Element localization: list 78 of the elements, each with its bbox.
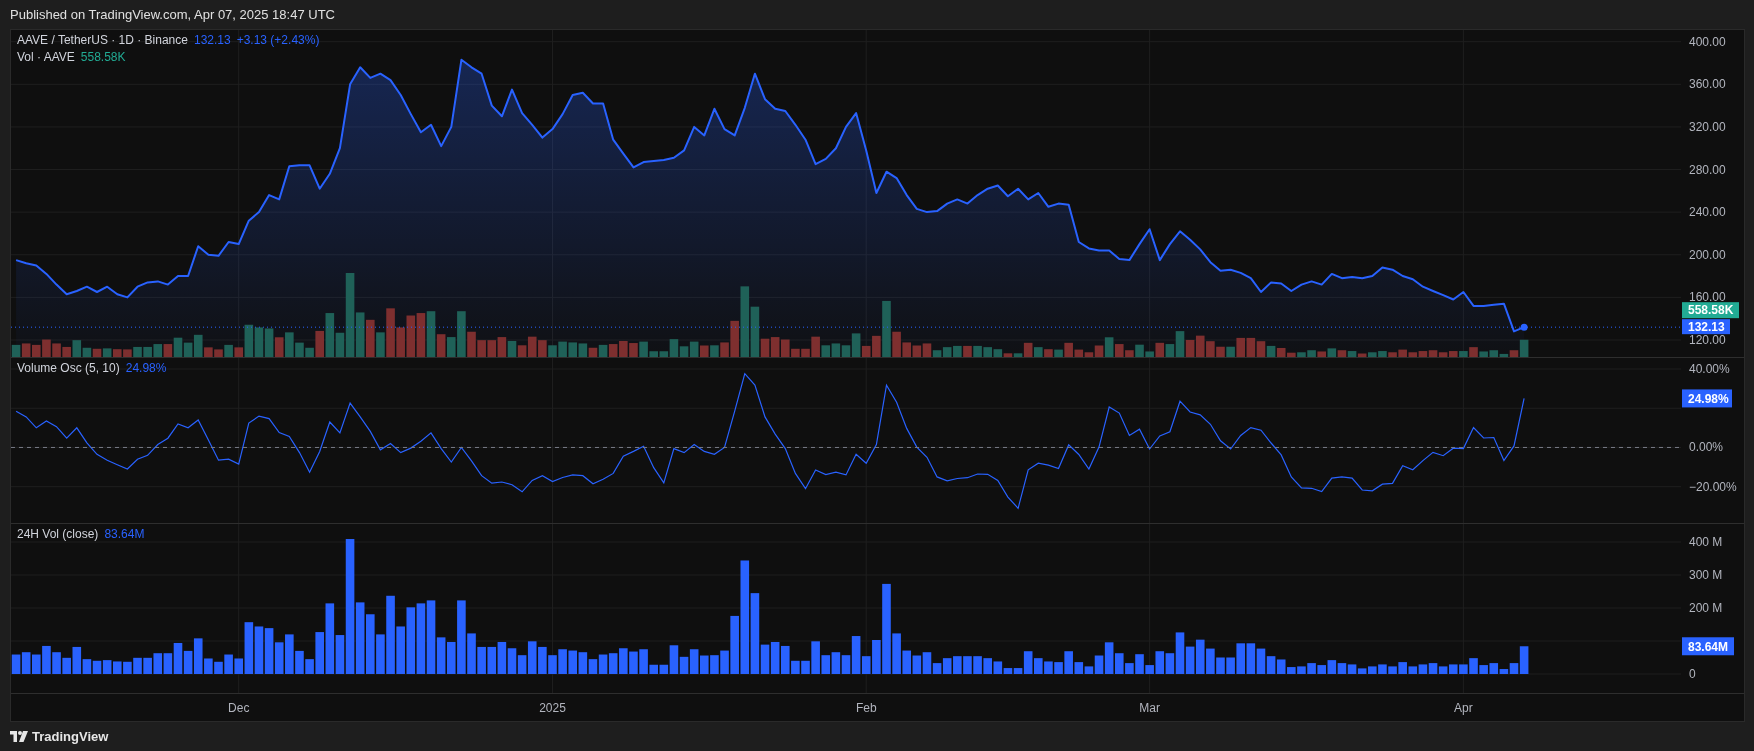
axis-label: 0 [1689, 667, 1696, 681]
volume-bar [983, 658, 992, 674]
volume-title: Vol · AAVE [17, 49, 75, 65]
volume-bar [254, 626, 264, 674]
logo-icon [10, 731, 28, 742]
axis-label: 0.00% [1689, 440, 1724, 455]
volume-bar [1337, 663, 1347, 674]
axis-label: 240.00 [1689, 205, 1726, 220]
axis-label: 200 M [1689, 601, 1723, 615]
axis-label: 320.00 [1689, 119, 1726, 134]
axis-label: 120.00 [1689, 332, 1726, 347]
volume-bar [102, 660, 112, 674]
volume-bar [710, 655, 719, 674]
volume-bar [689, 649, 699, 674]
volume-bar [1448, 664, 1458, 674]
volume-bar [558, 649, 567, 674]
volume-badge: 558.58K [1682, 302, 1739, 319]
volume-bar [831, 652, 841, 674]
date-label: Apr [1454, 701, 1473, 715]
indicator-value: 24.98% [125, 360, 167, 376]
axis-label: 200.00 [1689, 247, 1726, 262]
volume-bar [568, 650, 578, 674]
volume-bar [912, 655, 922, 674]
volume-bar [487, 646, 497, 674]
axis-label: 400.00 [1689, 34, 1726, 49]
volume-bar [21, 652, 31, 674]
axis-label: 400 M [1689, 535, 1723, 549]
volume-bar [629, 651, 638, 674]
volume-bar [406, 607, 416, 674]
price-change: +3.13 (+2.43%) [236, 32, 320, 48]
indicator-title: 24H Vol (close) [17, 526, 99, 542]
volume-bar [11, 654, 21, 674]
brand-name: TradingView [32, 729, 109, 744]
volume-bar [1428, 663, 1438, 674]
volume-value: 558.58K [80, 49, 126, 65]
oscillator-badge: 24.98% [1682, 389, 1732, 408]
volume-bar [92, 660, 102, 674]
volume-bar [123, 661, 132, 674]
indicator-value: 83.64M [104, 526, 145, 542]
volume-bar [507, 648, 517, 674]
symbol-title: AAVE / TetherUS · 1D · Binance [17, 32, 188, 48]
volume-bar [608, 653, 618, 674]
volume-bar [1044, 661, 1053, 674]
volume-bar [700, 655, 709, 674]
volume-bar [52, 652, 61, 674]
volume-bar [153, 653, 163, 674]
volume-bar [143, 657, 152, 674]
date-label: Feb [855, 701, 877, 715]
volume-bar [619, 648, 628, 674]
volume-bar [770, 642, 780, 674]
volume-bar [1307, 663, 1316, 674]
volume-bar [973, 656, 982, 674]
published-note: Published on TradingView.com, Apr 07, 2025 18:47 UTC [10, 7, 335, 22]
volume-bar [1418, 664, 1428, 674]
axis-label: 300 M [1689, 568, 1723, 582]
last-price: 132.13 [193, 32, 231, 48]
volume-bar [963, 656, 972, 674]
volume-bar [953, 656, 962, 674]
date-label: Dec [228, 701, 250, 715]
last-price-dot [1520, 323, 1528, 331]
date-label: 2025 [539, 701, 566, 715]
indicator-title: Volume Osc (5, 10) [17, 360, 120, 376]
volume-bar [1378, 664, 1387, 674]
axis-label: 280.00 [1689, 162, 1726, 177]
axis-label: 160.00 [1689, 290, 1726, 305]
date-label: Mar [1139, 701, 1160, 715]
volume-bar [497, 642, 507, 674]
price-badge: 132.13 [1682, 319, 1730, 335]
volume-bar [1195, 639, 1205, 674]
volume-bar [133, 657, 142, 674]
volume-bar [1246, 643, 1256, 674]
volume-bar [416, 603, 426, 674]
volume-bar [112, 661, 122, 674]
volume-24h-badge: 83.64M [1682, 637, 1734, 656]
axis-label: 40.00% [1689, 362, 1730, 376]
axis-label: −20.00% [1689, 479, 1737, 494]
volume-bar [598, 654, 608, 674]
axis-label: 360.00 [1689, 77, 1726, 92]
